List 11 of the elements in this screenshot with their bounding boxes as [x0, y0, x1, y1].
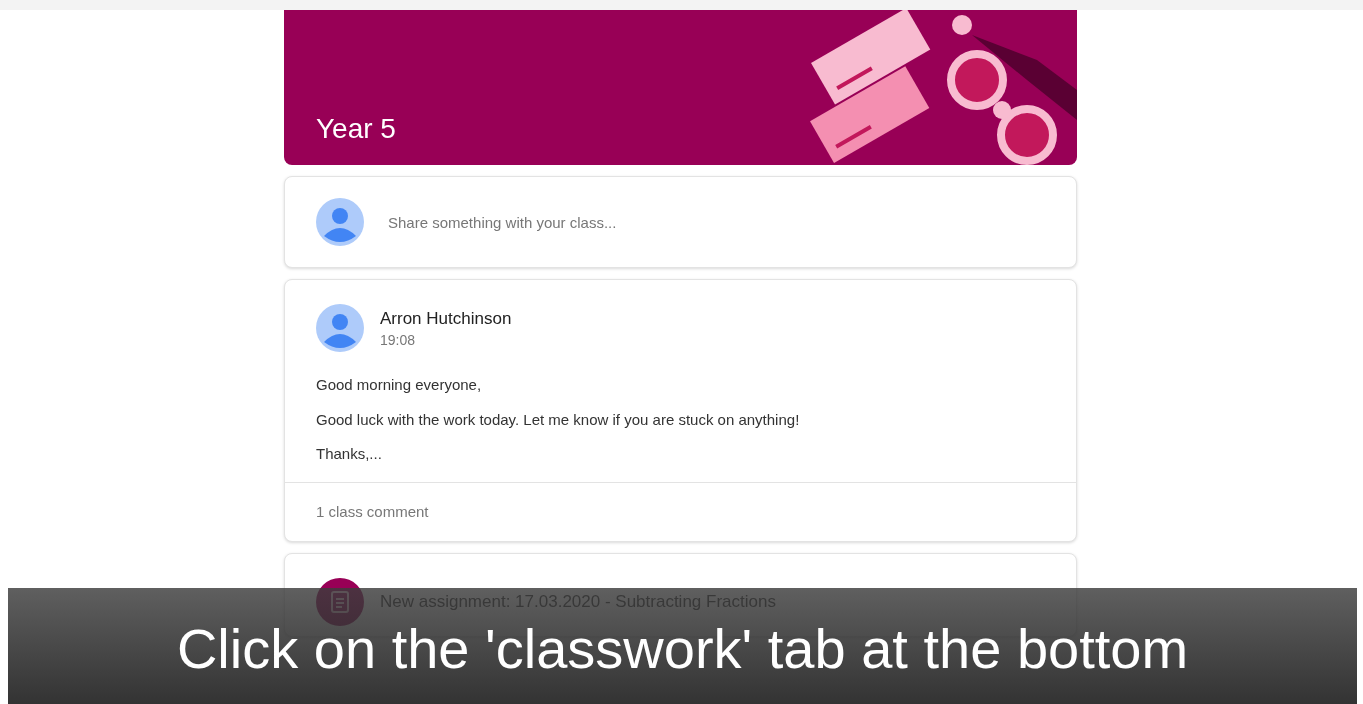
class-title: Year 5: [316, 113, 396, 145]
share-input-field[interactable]: Share something with your class...: [386, 212, 1045, 232]
avatar-icon: [316, 198, 364, 246]
post-text: Thanks,...: [315, 444, 383, 464]
class-comments-link[interactable]: 1 class comment: [316, 502, 429, 520]
caption-text: Click on the 'classwork' tab at the bottom: [176, 616, 1189, 682]
post-text: Good morning everyone,: [315, 375, 483, 395]
post-time: 19:08: [380, 331, 417, 348]
author-name: Arron Hutchinson: [380, 308, 512, 329]
avatar-icon: [316, 304, 364, 352]
post-text: Good luck with the work today. Let me know if you are stuck on anything!: [315, 409, 801, 430]
